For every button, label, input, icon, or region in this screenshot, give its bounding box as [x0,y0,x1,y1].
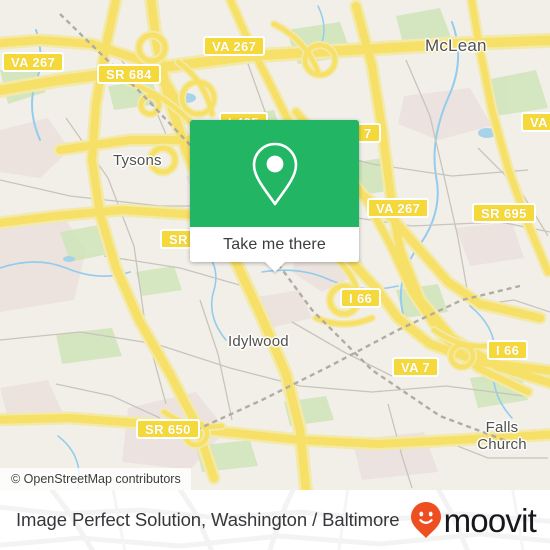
moovit-brand[interactable]: moovit [410,501,537,539]
road-shield-sr-695: SR 695 [472,203,536,223]
take-me-there-label: Take me there [223,235,326,253]
road-shield-sr-650: SR 650 [136,419,200,439]
callout-pointer-tail [263,261,286,272]
road-shield-sr-684: SR 684 [97,64,161,84]
road-shield-va-267-east: VA 267 [367,198,430,218]
callout-pin-area [190,120,359,227]
road-shield-i-66-east: I 66 [487,340,529,360]
location-callout-card[interactable]: Take me there [190,120,359,272]
moovit-smiley-pin-icon [410,502,441,538]
callout-action-area[interactable]: Take me there [190,227,359,272]
moovit-wordmark: moovit [443,501,537,539]
location-pin-icon [252,142,297,205]
osm-attribution[interactable]: © OpenStreetMap contributors [0,468,191,490]
moovit-map-screenshot: Tysons McLean Idylwood Falls Church VA 2… [0,0,550,550]
footer-caption: Image Perfect Solution, Washington / Bal… [16,509,400,530]
map-canvas[interactable]: Tysons McLean Idylwood Falls Church VA 2… [0,0,550,490]
road-shield-va-7: VA 7 [392,357,440,377]
footer-bar: Image Perfect Solution, Washington / Bal… [0,490,550,550]
road-shield-i-66-west: I 66 [340,288,382,308]
road-shield-va-267-west: VA 267 [2,52,65,72]
road-shield-va-267-north: VA 267 [203,36,266,56]
road-shield-va-3: VA 3 [521,112,550,132]
